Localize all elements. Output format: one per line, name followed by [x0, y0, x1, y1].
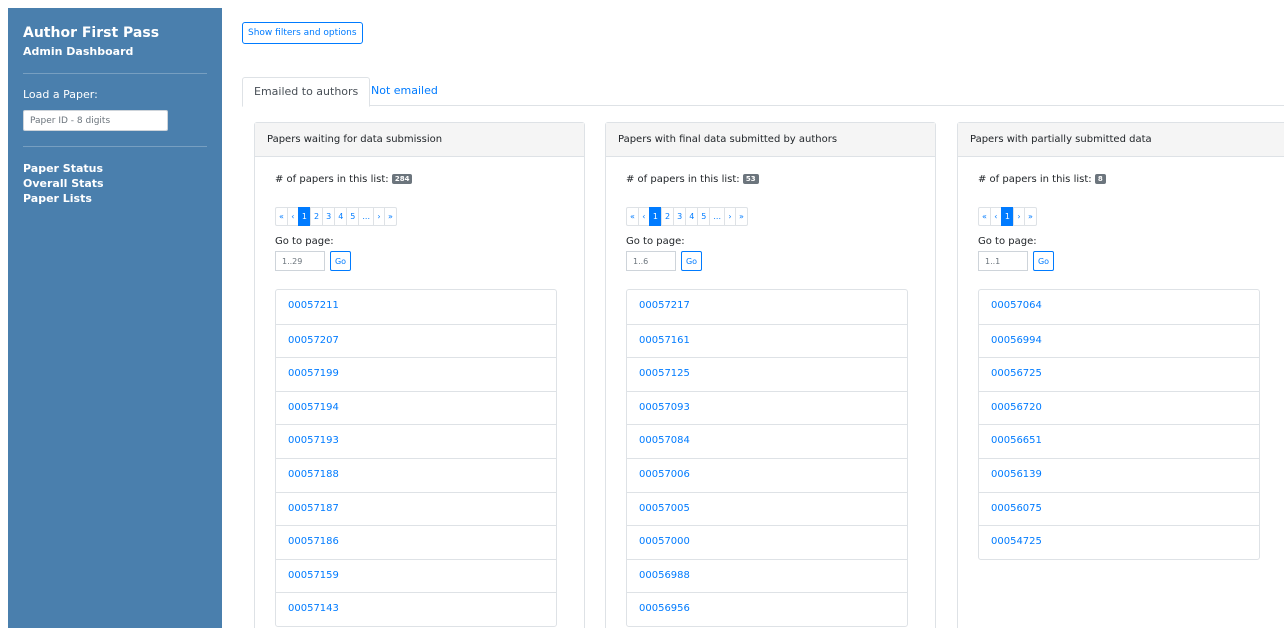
- paper-link[interactable]: 00057217: [627, 290, 907, 324]
- paper-link[interactable]: 00057199: [276, 357, 556, 391]
- goto-page-row: Go: [626, 251, 915, 271]
- goto-page-input[interactable]: [978, 251, 1028, 271]
- paper-count-line: # of papers in this list: 8: [978, 174, 1267, 188]
- page-ellipsis: ...: [709, 207, 726, 226]
- sidebar-item-paper-status[interactable]: Paper Status: [23, 161, 207, 176]
- paper-id-input[interactable]: [23, 110, 168, 131]
- paper-link[interactable]: 00057093: [627, 390, 907, 425]
- load-paper-label: Load a Paper:: [23, 88, 98, 101]
- paper-link[interactable]: 00057161: [627, 323, 907, 358]
- paper-list: 00057217 00057161 00057125 00057093 00057084…: [626, 289, 908, 627]
- tab-not-emailed[interactable]: Not emailed: [360, 77, 449, 106]
- paper-count-label: # of papers in this list:: [978, 174, 1092, 185]
- app-title: Author First Pass: [23, 25, 160, 41]
- paper-list-card: Papers with final data submitted by auth…: [605, 122, 936, 628]
- card-title: Papers with final data submitted by auth…: [606, 123, 935, 157]
- pagination: «‹ 1 2 3 4 5... ›»: [275, 207, 564, 226]
- last-page-link[interactable]: »: [384, 207, 397, 226]
- paper-count-badge: 284: [391, 174, 413, 184]
- sidebar-item-overall-stats[interactable]: Overall Stats: [23, 176, 207, 191]
- go-button[interactable]: Go: [330, 251, 351, 271]
- paper-link[interactable]: 00057207: [276, 323, 556, 358]
- paper-link[interactable]: 00057000: [627, 525, 907, 559]
- tab-emailed-to-authors[interactable]: Emailed to authors: [242, 77, 371, 107]
- paper-list-card: Papers with partially submitted data # o…: [957, 122, 1284, 628]
- paper-link[interactable]: 00057125: [627, 357, 907, 391]
- page-ellipsis: ...: [358, 207, 375, 226]
- show-filters-button[interactable]: Show filters and options: [242, 22, 363, 44]
- paper-link[interactable]: 00056956: [627, 592, 907, 626]
- paper-link[interactable]: 00057187: [276, 491, 556, 526]
- paper-count-label: # of papers in this list:: [275, 174, 389, 185]
- paper-link[interactable]: 00056988: [627, 558, 907, 593]
- last-page-link[interactable]: »: [1024, 207, 1037, 226]
- goto-page-row: Go: [978, 251, 1267, 271]
- pagination: «‹ 1 ›»: [978, 207, 1267, 226]
- goto-page-input[interactable]: [626, 251, 676, 271]
- go-button[interactable]: Go: [681, 251, 702, 271]
- paper-link[interactable]: 00057186: [276, 525, 556, 559]
- tab-bar: Emailed to authors Not emailed: [242, 77, 1284, 107]
- sidebar: Author First Pass Admin Dashboard Load a…: [8, 8, 222, 628]
- paper-link[interactable]: 00056720: [979, 390, 1259, 425]
- paper-link[interactable]: 00056994: [979, 323, 1259, 358]
- paper-link[interactable]: 00057084: [627, 424, 907, 458]
- paper-list: 00057211 00057207 00057199 00057194 00057193…: [275, 289, 557, 627]
- card-title: Papers waiting for data submission: [255, 123, 584, 157]
- paper-count-badge: 8: [1094, 174, 1106, 184]
- paper-link[interactable]: 00057006: [627, 457, 907, 492]
- sidebar-item-paper-lists[interactable]: Paper Lists: [23, 191, 207, 206]
- goto-page-input[interactable]: [275, 251, 325, 271]
- paper-link[interactable]: 00057211: [276, 290, 556, 324]
- paper-link[interactable]: 00057064: [979, 290, 1259, 324]
- paper-list-card: Papers waiting for data submission # of …: [254, 122, 585, 628]
- paper-link[interactable]: 00057193: [276, 424, 556, 458]
- paper-link[interactable]: 00057005: [627, 491, 907, 526]
- card-title: Papers with partially submitted data: [958, 123, 1284, 157]
- paper-link[interactable]: 00056651: [979, 424, 1259, 458]
- last-page-link[interactable]: »: [735, 207, 748, 226]
- sidebar-divider: [23, 146, 207, 147]
- paper-count-line: # of papers in this list: 53: [626, 174, 915, 188]
- sidebar-divider: [23, 73, 207, 74]
- paper-link[interactable]: 00056139: [979, 457, 1259, 492]
- app-subtitle: Admin Dashboard: [23, 45, 134, 58]
- paper-count-badge: 53: [742, 174, 759, 184]
- sidebar-nav: Paper Status Overall Stats Paper Lists: [23, 161, 207, 206]
- goto-page-label: Go to page:: [978, 236, 1037, 247]
- goto-page-label: Go to page:: [626, 236, 685, 247]
- goto-page-row: Go: [275, 251, 564, 271]
- paper-link[interactable]: 00056075: [979, 491, 1259, 526]
- paper-link[interactable]: 00054725: [979, 525, 1259, 559]
- paper-list: 00057064 00056994 00056725 00056720 00056651…: [978, 289, 1260, 560]
- goto-page-label: Go to page:: [275, 236, 334, 247]
- paper-link[interactable]: 00057159: [276, 558, 556, 593]
- pagination: «‹ 1 2 3 4 5... ›»: [626, 207, 915, 226]
- paper-link[interactable]: 00057194: [276, 390, 556, 425]
- paper-link[interactable]: 00056725: [979, 357, 1259, 391]
- paper-link[interactable]: 00057143: [276, 592, 556, 626]
- go-button[interactable]: Go: [1033, 251, 1054, 271]
- paper-count-label: # of papers in this list:: [626, 174, 740, 185]
- paper-count-line: # of papers in this list: 284: [275, 174, 564, 188]
- paper-link[interactable]: 00057188: [276, 457, 556, 492]
